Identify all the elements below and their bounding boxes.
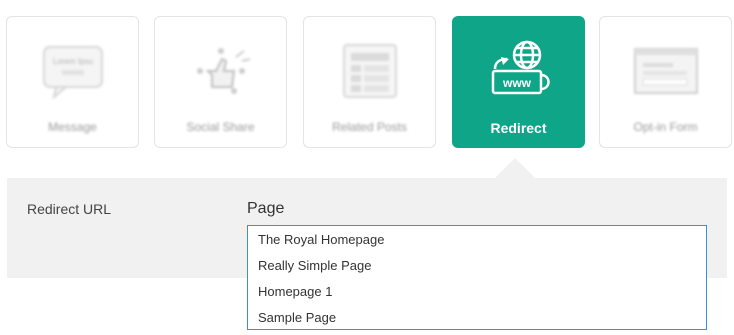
type-card-related-posts[interactable]: Related Posts xyxy=(303,16,436,148)
page-select-list[interactable]: The Royal Homepage Really Simple Page Ho… xyxy=(247,225,707,330)
type-card-label: Redirect xyxy=(490,120,547,136)
message-icon: Lorem Ipsu xyxy=(7,41,138,101)
type-card-opt-in-form[interactable]: Opt-in Form xyxy=(599,16,732,148)
svg-text:www: www xyxy=(501,76,531,90)
svg-text:Lorem Ipsu: Lorem Ipsu xyxy=(52,57,92,66)
type-card-label: Related Posts xyxy=(332,120,407,134)
page-option[interactable]: Homepage 1 xyxy=(248,278,706,304)
page-select-label: Page xyxy=(247,200,285,217)
page-option[interactable]: Sample Page xyxy=(248,304,706,330)
type-card-label: Opt-in Form xyxy=(633,120,698,134)
page-option[interactable]: The Royal Homepage xyxy=(248,226,706,252)
social-share-icon xyxy=(155,41,286,101)
type-card-message[interactable]: Lorem Ipsu Message xyxy=(6,16,139,148)
page-option[interactable]: Really Simple Page xyxy=(248,252,706,278)
type-card-label: Social Share xyxy=(186,120,255,134)
opt-in-form-icon xyxy=(600,41,731,101)
panel-pointer xyxy=(495,158,535,178)
type-card-redirect[interactable]: www Redirect xyxy=(452,16,585,148)
redirect-icon: www xyxy=(453,40,584,101)
type-card-social-share[interactable]: Social Share xyxy=(154,16,287,148)
type-card-label: Message xyxy=(48,120,97,134)
redirect-url-label: Redirect URL xyxy=(27,201,112,217)
related-posts-icon xyxy=(304,41,435,101)
